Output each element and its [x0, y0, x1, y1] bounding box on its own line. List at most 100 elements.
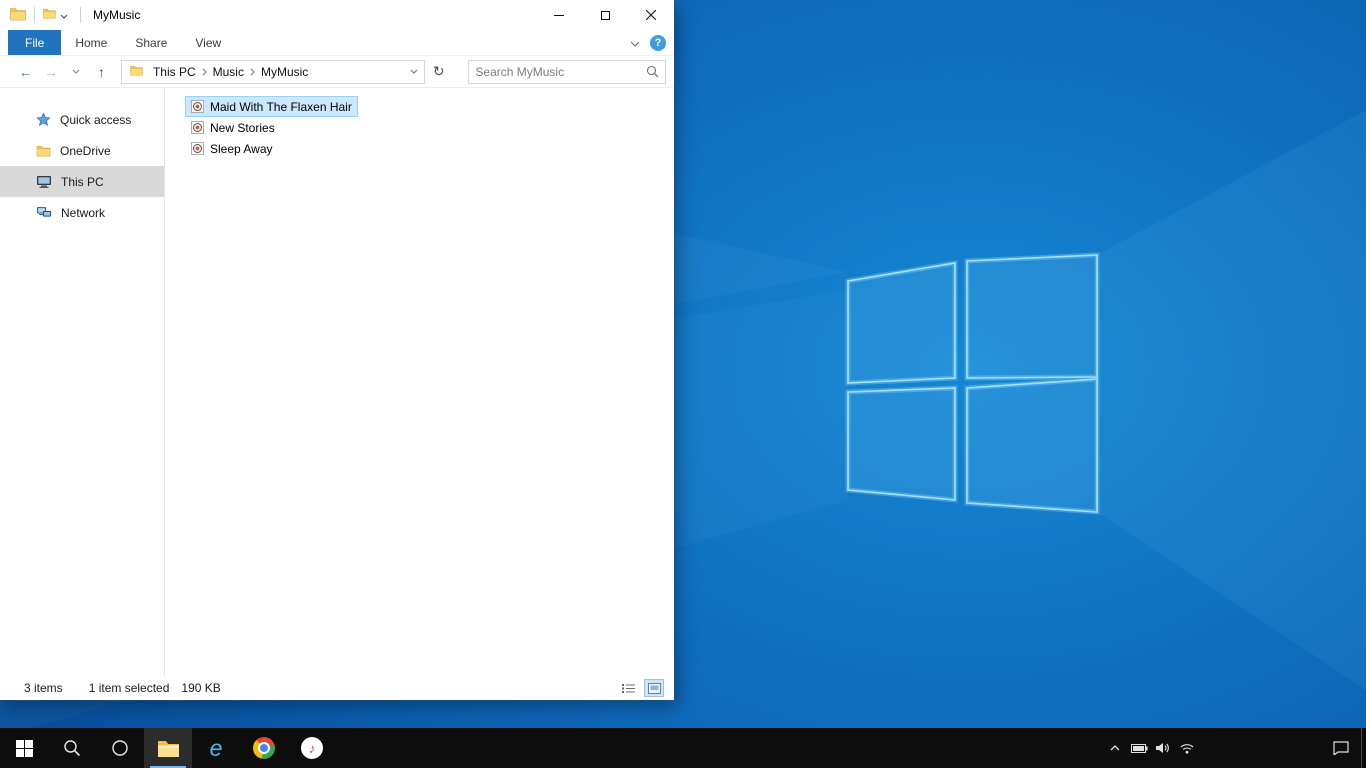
sidebar-item-label: Network: [61, 205, 106, 220]
breadcrumb-this-pc[interactable]: This PC: [147, 65, 202, 79]
file-list[interactable]: Maid With The Flaxen Hair New Stories Sl…: [165, 88, 674, 676]
window-title: MyMusic: [93, 8, 141, 22]
action-center-icon: [1333, 741, 1349, 755]
show-hidden-icons-button[interactable]: [1103, 728, 1127, 768]
close-icon: [646, 10, 656, 20]
wifi-icon: [1180, 743, 1194, 754]
search-icon: [64, 740, 81, 757]
refresh-button[interactable]: ↻: [427, 60, 450, 84]
large-icons-view-icon: [647, 682, 661, 694]
taskbar-search-button[interactable]: [48, 728, 96, 768]
cortana-button[interactable]: [96, 728, 144, 768]
navigation-toolbar: ← → ↑ This PC Music MyMusic ↻: [0, 56, 674, 88]
itunes-icon: ♪: [301, 737, 323, 759]
internet-explorer-icon: e: [209, 734, 223, 761]
battery-icon: [1130, 743, 1148, 753]
status-selection: 1 item selected: [88, 681, 170, 695]
large-icons-view-toggle[interactable]: [644, 679, 664, 697]
titlebar[interactable]: MyMusic: [0, 0, 674, 30]
qat-customize-chevron-icon[interactable]: [60, 8, 68, 22]
taskbar: e ♪: [0, 728, 1366, 768]
status-bar: 3 items 1 item selected 190 KB: [0, 676, 674, 700]
titlebar-separator: [34, 7, 35, 23]
file-name: Maid With The Flaxen Hair: [210, 99, 352, 114]
search-icon[interactable]: [641, 65, 665, 78]
sidebar-item-quick-access[interactable]: Quick access: [0, 104, 164, 135]
close-button[interactable]: [628, 0, 674, 30]
chevron-down-icon: [72, 69, 80, 74]
desktop: MyMusic File Home Share View ? ← → ↑ Thi…: [0, 0, 1366, 768]
star-icon: [36, 112, 51, 126]
sidebar-item-this-pc[interactable]: This PC: [0, 166, 164, 197]
up-button[interactable]: ↑: [90, 60, 113, 84]
breadcrumb-mymusic[interactable]: MyMusic: [255, 65, 314, 79]
status-item-count: 3 items: [24, 681, 63, 695]
show-desktop-button[interactable]: [1361, 728, 1366, 768]
speaker-icon: [1156, 743, 1169, 753]
chrome-icon: [253, 737, 275, 759]
windows-logo-icon: [15, 739, 33, 757]
tab-file[interactable]: File: [8, 30, 62, 55]
sidebar-item-network[interactable]: Network: [0, 197, 164, 228]
tab-view[interactable]: View: [181, 30, 235, 55]
details-view-toggle[interactable]: [618, 679, 638, 697]
network-tray-button[interactable]: [1175, 728, 1199, 768]
minimize-button[interactable]: [536, 0, 582, 30]
file-name: New Stories: [210, 120, 275, 135]
minimize-icon: [554, 14, 564, 16]
audio-file-icon: [191, 121, 204, 134]
audio-file-icon: [191, 100, 204, 113]
sidebar-item-onedrive[interactable]: OneDrive: [0, 135, 164, 166]
address-folder-icon: [130, 65, 143, 79]
search-input[interactable]: [469, 64, 641, 79]
audio-file-icon: [191, 142, 204, 155]
itunes-button[interactable]: ♪: [288, 728, 336, 768]
help-icon[interactable]: ?: [650, 35, 666, 51]
search-box: [468, 59, 666, 84]
file-explorer-icon: [157, 740, 179, 757]
system-tray: [1103, 728, 1366, 768]
file-item-new-stories[interactable]: New Stories: [185, 117, 281, 138]
internet-explorer-button[interactable]: e: [192, 728, 240, 768]
sidebar-item-label: OneDrive: [60, 143, 111, 158]
chrome-button[interactable]: [240, 728, 288, 768]
volume-tray-button[interactable]: [1151, 728, 1175, 768]
explorer-main: Quick access OneDrive This PC Network Ma…: [0, 88, 674, 676]
window-controls: [536, 0, 674, 30]
battery-tray-button[interactable]: [1127, 728, 1151, 768]
file-item-sleep-away[interactable]: Sleep Away: [185, 138, 279, 159]
status-size: 190 KB: [181, 681, 221, 695]
start-button[interactable]: [0, 728, 48, 768]
chevron-up-icon: [1110, 745, 1120, 751]
tab-share[interactable]: Share: [121, 30, 181, 55]
window-folder-icon[interactable]: [10, 7, 26, 24]
address-bar[interactable]: This PC Music MyMusic: [120, 59, 426, 84]
breadcrumb-music[interactable]: Music: [207, 65, 250, 79]
music-note-glyph: ♪: [308, 740, 316, 756]
maximize-icon: [600, 10, 610, 20]
recent-locations-chevron[interactable]: [64, 60, 87, 84]
forward-button[interactable]: →: [39, 60, 62, 84]
details-view-icon: [621, 683, 635, 693]
file-item-maid-with-the-flaxen-hair[interactable]: Maid With The Flaxen Hair: [185, 96, 358, 117]
explorer-window: MyMusic File Home Share View ? ← → ↑ Thi…: [0, 0, 674, 700]
monitor-icon: [37, 176, 51, 188]
maximize-button[interactable]: [582, 0, 628, 30]
cortana-icon: [112, 740, 128, 756]
file-name: Sleep Away: [210, 141, 273, 156]
titlebar-separator-2: [80, 7, 81, 23]
taskbar-file-explorer-button[interactable]: [144, 728, 192, 768]
address-dropdown-chevron[interactable]: [404, 61, 424, 83]
network-icon: [37, 207, 51, 217]
back-button[interactable]: ←: [14, 60, 37, 84]
chevron-down-icon: [410, 69, 418, 74]
qat-folder-icon[interactable]: [43, 8, 56, 22]
sidebar-item-label: This PC: [61, 174, 104, 189]
expand-ribbon-chevron-icon[interactable]: [630, 36, 640, 50]
sidebar-item-label: Quick access: [60, 112, 132, 127]
onedrive-folder-icon: [36, 145, 51, 156]
tab-home[interactable]: Home: [61, 30, 121, 55]
action-center-button[interactable]: [1321, 728, 1361, 768]
ribbon-tabstrip: File Home Share View ?: [0, 30, 674, 56]
navigation-pane: Quick access OneDrive This PC Network: [0, 88, 165, 676]
